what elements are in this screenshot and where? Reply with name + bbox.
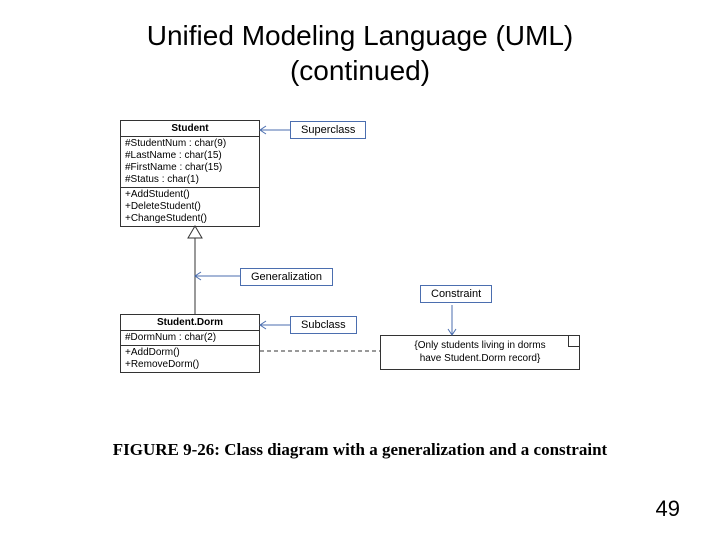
note-line-2: have Student.Dorm record} [387, 353, 573, 366]
note-line-1: {Only students living in dorms [387, 340, 573, 353]
page-number: 49 [656, 496, 680, 522]
title-line-2: (continued) [0, 53, 720, 88]
class-student: Student #StudentNum : char(9) #LastName … [120, 120, 260, 227]
label-constraint: Constraint [420, 285, 492, 303]
label-superclass: Superclass [290, 121, 366, 139]
connector-superclass [260, 128, 290, 132]
label-generalization: Generalization [240, 268, 333, 286]
uml-diagram: Student #StudentNum : char(9) #LastName … [80, 120, 640, 420]
class-student-dorm-name: Student.Dorm [121, 315, 259, 331]
connector-subclass [260, 323, 290, 327]
note-link [260, 348, 380, 354]
attr: #StudentNum : char(9) [125, 138, 255, 150]
op: +DeleteStudent() [125, 201, 255, 213]
class-student-dorm-attributes: #DormNum : char(2) [121, 331, 259, 346]
op: +RemoveDorm() [125, 359, 255, 371]
class-student-operations: +AddStudent() +DeleteStudent() +ChangeSt… [121, 188, 259, 226]
op: +AddStudent() [125, 189, 255, 201]
figure-caption: FIGURE 9-26: Class diagram with a genera… [0, 440, 720, 460]
attr: #DormNum : char(2) [125, 332, 255, 344]
connector-generalization [195, 274, 240, 278]
op: +AddDorm() [125, 347, 255, 359]
class-student-dorm-operations: +AddDorm() +RemoveDorm() [121, 346, 259, 372]
title-line-1: Unified Modeling Language (UML) [0, 18, 720, 53]
attr: #LastName : char(15) [125, 150, 255, 162]
constraint-note: {Only students living in dorms have Stud… [380, 335, 580, 370]
class-student-attributes: #StudentNum : char(9) #LastName : char(1… [121, 137, 259, 188]
class-student-dorm: Student.Dorm #DormNum : char(2) +AddDorm… [120, 314, 260, 373]
label-subclass: Subclass [290, 316, 357, 334]
op: +ChangeStudent() [125, 213, 255, 225]
attr: #Status : char(1) [125, 174, 255, 186]
slide-title: Unified Modeling Language (UML) (continu… [0, 0, 720, 88]
generalization-arrow [185, 226, 205, 314]
class-student-name: Student [121, 121, 259, 137]
attr: #FirstName : char(15) [125, 162, 255, 174]
connector-constraint [450, 305, 454, 335]
